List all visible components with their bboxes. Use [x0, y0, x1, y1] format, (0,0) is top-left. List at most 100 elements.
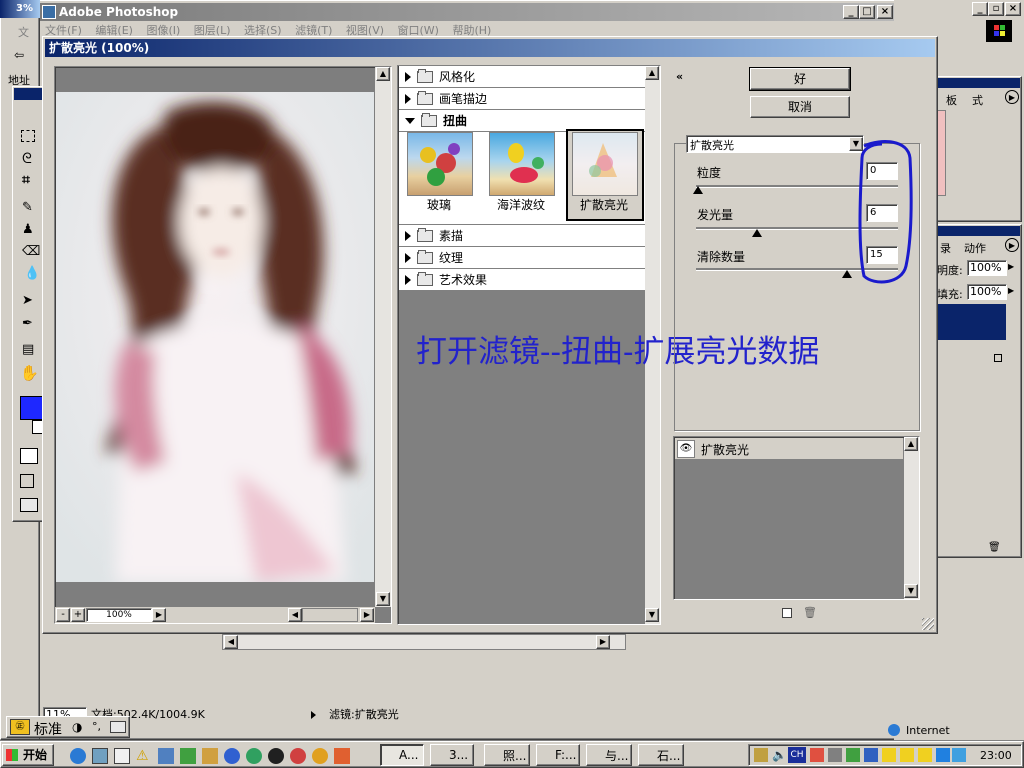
zoom-value[interactable]: 100% — [86, 608, 152, 622]
hand-tool-icon[interactable]: ✋ — [20, 364, 39, 382]
expand-triangle-icon[interactable] — [405, 274, 411, 285]
effect-layers-vscrollbar[interactable] — [904, 437, 919, 599]
document-scroll-left-icon[interactable]: ◀ — [224, 635, 238, 649]
taskbar-button-3[interactable]: 照... — [484, 744, 530, 766]
styles-tab[interactable]: 式 — [972, 92, 983, 108]
expand-triangle-icon[interactable] — [405, 230, 411, 241]
app-quicklaunch-icon-6[interactable] — [180, 748, 196, 764]
fill-arrow-icon[interactable]: ▶ — [1008, 284, 1018, 298]
visibility-eye-icon[interactable]: 👁 — [677, 440, 695, 458]
app-quicklaunch-icon-8[interactable] — [224, 748, 240, 764]
tray-icon-1[interactable] — [754, 748, 768, 762]
taskbar-button-5[interactable]: 与... — [586, 744, 632, 766]
desktop-quicklaunch-icon[interactable] — [92, 748, 108, 764]
tray-icon-10[interactable] — [936, 748, 950, 762]
ime-logo-icon[interactable]: ㊣ — [10, 719, 30, 735]
taskbar-button-4[interactable]: F:... — [536, 744, 580, 766]
expand-triangle-icon[interactable] — [405, 71, 411, 82]
qq-quicklaunch-icon[interactable] — [268, 748, 284, 764]
right-close-button[interactable]: × — [1005, 2, 1021, 16]
expand-triangle-icon[interactable] — [405, 252, 411, 263]
stamp-tool-icon[interactable]: ♟ — [22, 222, 34, 237]
filter-dialog-titlebar[interactable]: 扩散亮光 (100%) — [45, 39, 935, 57]
collapse-triangle-icon[interactable] — [405, 117, 415, 124]
preview-scroll-right-icon[interactable]: ▶ — [360, 608, 374, 622]
brushes-tab[interactable]: 板 — [946, 92, 957, 108]
taskbar-button-photoshop[interactable]: A... — [380, 744, 424, 766]
tray-icon-6[interactable] — [864, 748, 878, 762]
eraser-tool-icon[interactable]: ⌫ — [22, 244, 40, 259]
filter-select[interactable]: 扩散亮光 — [686, 135, 864, 153]
trash-icon[interactable]: 🗑 — [988, 542, 1001, 553]
resize-grip-icon[interactable] — [922, 618, 934, 630]
thumbnail-diffuse-glow[interactable] — [572, 132, 638, 196]
tray-icon-11[interactable] — [952, 748, 966, 762]
selected-layer-row[interactable] — [936, 304, 1006, 340]
effect-scroll-up-icon[interactable]: ▲ — [904, 437, 918, 451]
zoom-in-button[interactable]: + — [71, 608, 85, 622]
minimize-button[interactable]: _ — [843, 5, 859, 19]
right-minimize-button[interactable]: _ — [972, 2, 988, 16]
screen-mode-icon[interactable] — [20, 474, 34, 488]
ime-punct-icon[interactable]: °, — [92, 720, 101, 733]
zoom-menu-arrow-icon[interactable]: ▶ — [152, 608, 166, 622]
tray-icon-9[interactable] — [918, 748, 932, 762]
pen-tool-icon[interactable]: ✒ — [22, 316, 33, 331]
jump-to-imageready-icon[interactable] — [20, 498, 38, 512]
tray-icon-8[interactable] — [900, 748, 914, 762]
app-quicklaunch-icon-13[interactable] — [334, 748, 350, 764]
right-restore-button[interactable]: ▫ — [988, 2, 1004, 16]
tray-icon-3[interactable] — [810, 748, 824, 762]
foreground-color-swatch[interactable] — [20, 396, 44, 420]
fill-field[interactable]: 100% — [967, 284, 1007, 300]
preview-scroll-up-icon[interactable]: ▲ — [376, 67, 390, 81]
explorer-menu-fragment[interactable]: 文 — [18, 24, 29, 40]
volume-icon[interactable]: 🔈 — [772, 748, 787, 762]
close-button[interactable]: × — [877, 5, 893, 19]
thumbnail-glass[interactable] — [407, 132, 473, 196]
app-quicklaunch-icon-11[interactable] — [290, 748, 306, 764]
ime-softkbd-icon[interactable] — [110, 721, 126, 733]
document-hscrollbar[interactable] — [222, 634, 626, 650]
effect-layer-row[interactable]: 👁 扩散亮光 — [675, 438, 903, 460]
history-tab[interactable]: 录 — [940, 240, 951, 256]
ime-mode-label[interactable]: 标准 — [34, 719, 62, 739]
preview-hscroll-thumb[interactable] — [302, 608, 358, 622]
cancel-button[interactable]: 取消 — [750, 96, 850, 118]
category-scroll-down-icon[interactable]: ▼ — [645, 608, 659, 622]
category-brush-strokes[interactable]: 画笔描边 — [399, 88, 645, 110]
actions-tab[interactable]: 动作 — [964, 240, 986, 256]
healing-brush-icon[interactable]: ✎ — [22, 200, 33, 215]
taskbar-button-6[interactable]: 石... — [638, 744, 684, 766]
graininess-slider-handle[interactable] — [693, 186, 703, 194]
preview-scroll-down-icon[interactable]: ▼ — [376, 592, 390, 606]
category-texture[interactable]: 纹理 — [399, 247, 645, 269]
glow-amount-slider-handle[interactable] — [752, 229, 762, 237]
new-effect-layer-icon[interactable] — [782, 608, 792, 618]
category-sketch[interactable]: 素描 — [399, 225, 645, 247]
preview-scroll-left-icon[interactable]: ◀ — [288, 608, 302, 622]
delete-effect-layer-icon[interactable]: 🗑 — [803, 606, 817, 619]
document-scroll-right-icon[interactable]: ▶ — [596, 635, 610, 649]
notes-tool-icon[interactable]: ▤ — [22, 342, 34, 357]
blur-tool-icon[interactable]: 💧 — [24, 266, 40, 281]
opacity-arrow-icon[interactable]: ▶ — [1008, 260, 1018, 274]
clear-amount-slider-handle[interactable] — [842, 270, 852, 278]
maximize-button[interactable]: □ — [859, 5, 875, 19]
category-artistic[interactable]: 艺术效果 — [399, 269, 645, 291]
expand-triangle-icon[interactable] — [405, 93, 411, 104]
move-tool-icon[interactable]: ➤ — [22, 293, 33, 308]
warning-quicklaunch-icon[interactable]: ⚠ — [136, 748, 149, 764]
app-quicklaunch-icon-5[interactable] — [158, 748, 174, 764]
category-stylize[interactable]: 风格化 — [399, 66, 645, 88]
clock[interactable]: 23:00 — [980, 749, 1012, 762]
effect-scroll-down-icon[interactable]: ▼ — [904, 584, 918, 598]
opacity-field[interactable]: 100% — [967, 260, 1007, 276]
brushes-menu-icon[interactable]: ▶ — [1005, 90, 1019, 104]
zoom-out-button[interactable]: - — [56, 608, 70, 622]
outlook-quicklaunch-icon[interactable] — [114, 748, 130, 764]
ie-quicklaunch-icon[interactable] — [70, 748, 86, 764]
tray-icon-7[interactable] — [882, 748, 896, 762]
photoshop-titlebar[interactable]: Adobe Photoshop — [39, 3, 895, 21]
tray-icon-5[interactable] — [846, 748, 860, 762]
